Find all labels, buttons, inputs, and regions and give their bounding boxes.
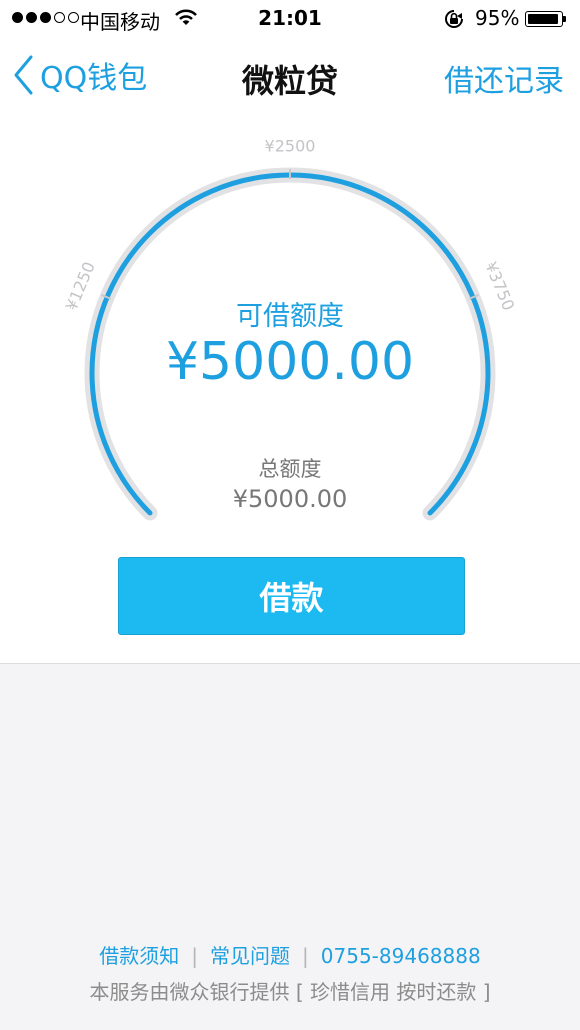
repayment-records-link[interactable]: 借还记录 [444,56,564,100]
faq-link[interactable]: 常见问题 [210,944,290,968]
status-bar: 中国移动 21:01 95% [0,0,580,38]
battery-percentage: 95% [475,6,520,30]
orientation-lock-icon [445,10,463,28]
gauge-ticks: ¥1250¥2500¥3750 [62,137,518,314]
footer-separator: | [302,944,309,968]
chevron-left-icon [14,55,33,95]
loan-terms-link[interactable]: 借款须知 [99,944,179,968]
nav-bar: QQ钱包 微粒贷 借还记录 [0,42,580,108]
section-divider [0,663,580,664]
battery-icon [525,11,563,27]
footer-separator: | [191,944,199,968]
back-button[interactable]: QQ钱包 [12,52,147,98]
available-credit-label: 可借额度 [236,301,344,332]
footer-links: 借款须知 | 常见问题 | 0755-89468888 [0,940,580,969]
battery-nub [563,16,566,22]
service-provider-note: 本服务由微众银行提供 [ 珍惜信用 按时还款 ] [89,980,491,1004]
borrow-button[interactable]: 借款 [118,557,465,635]
gauge-tick-label: ¥2500 [265,137,316,156]
back-label: QQ钱包 [40,61,148,96]
total-credit-amount: ¥5000.00 [232,485,348,513]
hotline-link[interactable]: 0755-89468888 [321,944,481,968]
available-credit-amount: ¥5000.00 [165,332,415,392]
total-credit-label: 总额度 [258,457,322,481]
